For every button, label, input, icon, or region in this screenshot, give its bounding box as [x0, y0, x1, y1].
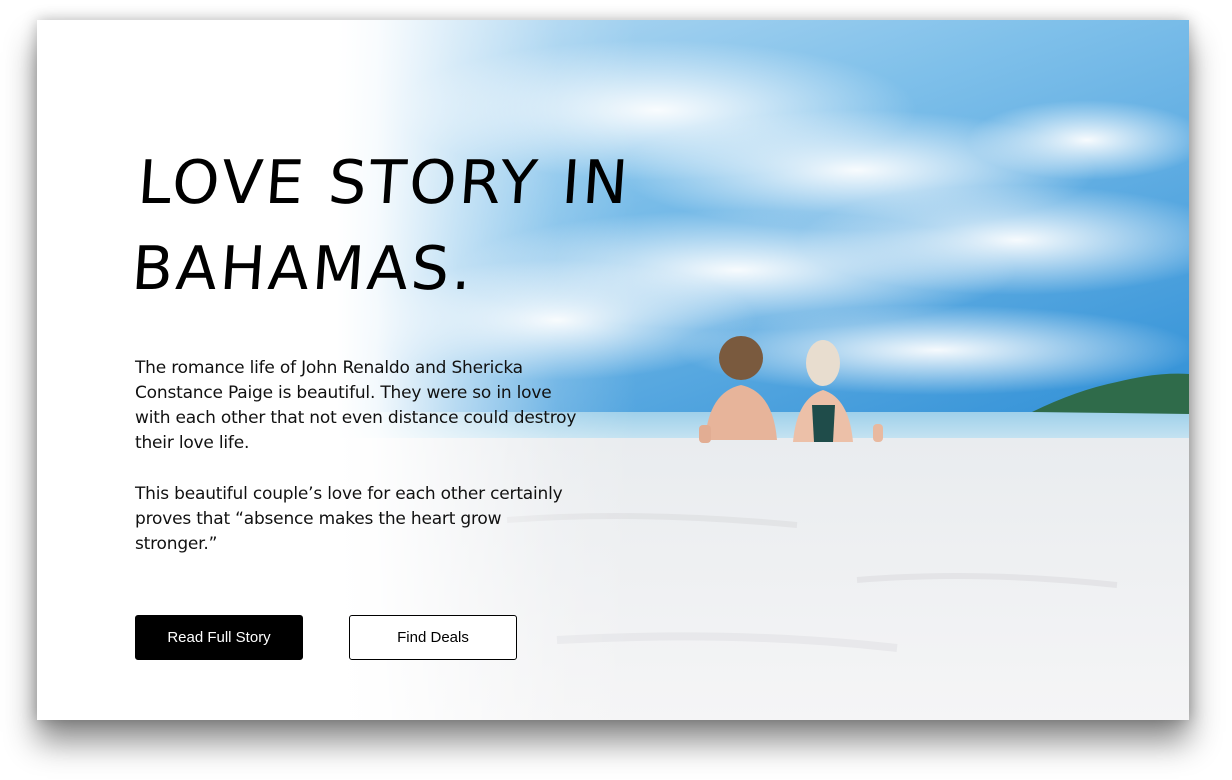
hero-buttons: Read Full Story Find Deals [135, 615, 695, 660]
read-full-story-button[interactable]: Read Full Story [135, 615, 303, 660]
hero-paragraph-1: The romance life of John Renaldo and She… [135, 358, 577, 453]
hero-paragraph-2: This beautiful couple’s love for each ot… [135, 484, 563, 554]
hero-title: LOVE STORY IN BAHAMAS. [129, 148, 634, 304]
hero-content: LOVE STORY IN BAHAMAS. The romance life … [130, 140, 695, 660]
hero-card: LOVE STORY IN BAHAMAS. The romance life … [37, 20, 1189, 720]
find-deals-button[interactable]: Find Deals [349, 615, 517, 660]
